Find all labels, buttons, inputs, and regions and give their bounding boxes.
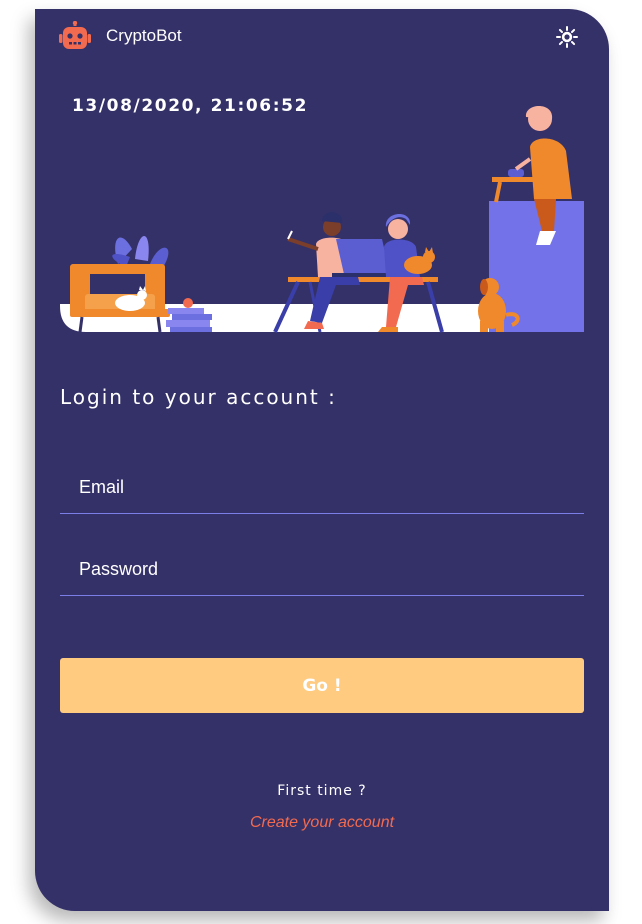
current-datetime: 13/08/2020, 21:06:52 [72,96,308,116]
app-name: CryptoBot [106,26,182,45]
login-submit-button[interactable]: Go ! [60,658,584,713]
password-field[interactable] [60,543,584,595]
coworking-illustration [60,106,584,333]
email-field[interactable] [60,461,584,513]
login-heading: Login to your account : [60,385,337,409]
robot-icon [59,21,91,49]
email-field-wrapper [60,461,584,514]
top-bar: CryptoBot [35,9,609,65]
sun-icon[interactable] [556,26,578,48]
password-field-wrapper [60,543,584,596]
create-account-link[interactable]: Create your account [35,814,609,832]
first-time-prompt: First time ? [277,783,367,799]
login-card: CryptoBot 13/08/2020, 21:06:52 Login to … [35,9,609,911]
